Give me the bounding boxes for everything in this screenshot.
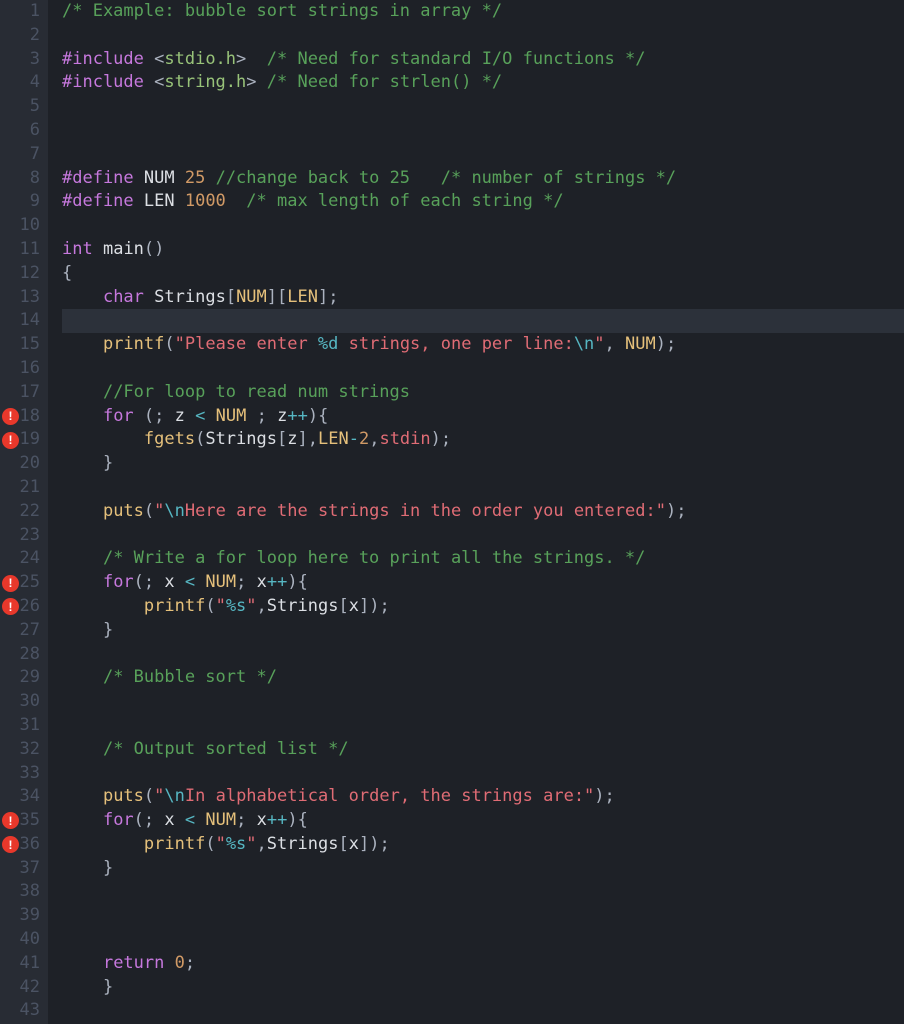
error-icon[interactable] (2, 432, 19, 449)
code-line[interactable]: #define LEN 1000 /* max length of each s… (62, 190, 904, 214)
code-line[interactable]: { (62, 262, 904, 286)
code-line[interactable]: #include <stdio.h> /* Need for standard … (62, 48, 904, 72)
error-icon[interactable] (2, 575, 19, 592)
line-number: 23 (0, 524, 40, 548)
code-line[interactable] (62, 476, 904, 500)
line-number: 39 (0, 904, 40, 928)
code-line[interactable] (62, 24, 904, 48)
code-line[interactable]: char Strings[NUM][LEN]; (62, 286, 904, 310)
code-line[interactable]: /* Write a for loop here to print all th… (62, 547, 904, 571)
line-number: 12 (0, 262, 40, 286)
line-number: 31 (0, 714, 40, 738)
code-line[interactable] (62, 643, 904, 667)
line-number: 2 (0, 24, 40, 48)
line-number: 16 (0, 357, 40, 381)
line-number: 36 (0, 833, 40, 857)
line-number: 3 (0, 48, 40, 72)
code-line[interactable] (62, 880, 904, 904)
line-number: 28 (0, 643, 40, 667)
code-line[interactable]: puts("\nIn alphabetical order, the strin… (62, 785, 904, 809)
line-number: 35 (0, 809, 40, 833)
line-number: 14 (0, 309, 40, 333)
line-number: 13 (0, 286, 40, 310)
code-line[interactable]: puts("\nHere are the strings in the orde… (62, 500, 904, 524)
error-icon[interactable] (2, 598, 19, 615)
line-number: 29 (0, 666, 40, 690)
code-line[interactable]: printf("Please enter %d strings, one per… (62, 333, 904, 357)
error-icon[interactable] (2, 408, 19, 425)
line-number: 22 (0, 500, 40, 524)
line-number: 1 (0, 0, 40, 24)
code-line[interactable] (62, 714, 904, 738)
code-line[interactable]: /* Output sorted list */ (62, 738, 904, 762)
line-number: 32 (0, 738, 40, 762)
code-line[interactable] (62, 524, 904, 548)
code-editor[interactable]: 1234567891011121314151617181920212223242… (0, 0, 904, 1024)
error-icon[interactable] (2, 812, 19, 829)
code-line[interactable]: for(; x < NUM; x++){ (62, 571, 904, 595)
line-number: 40 (0, 928, 40, 952)
line-number: 20 (0, 452, 40, 476)
line-number: 18 (0, 405, 40, 429)
code-line[interactable]: /* Example: bubble sort strings in array… (62, 0, 904, 24)
code-line[interactable] (62, 999, 904, 1023)
code-line[interactable]: } (62, 857, 904, 881)
line-number: 7 (0, 143, 40, 167)
line-number: 26 (0, 595, 40, 619)
code-line[interactable]: } (62, 452, 904, 476)
line-number: 38 (0, 880, 40, 904)
code-line[interactable] (62, 904, 904, 928)
code-line[interactable]: for (; z < NUM ; z++){ (62, 405, 904, 429)
code-line[interactable] (62, 690, 904, 714)
line-number: 43 (0, 999, 40, 1023)
code-line[interactable] (62, 928, 904, 952)
line-number: 34 (0, 785, 40, 809)
line-number: 25 (0, 571, 40, 595)
line-number: 8 (0, 167, 40, 191)
line-number: 27 (0, 619, 40, 643)
code-line[interactable] (62, 119, 904, 143)
line-number: 9 (0, 190, 40, 214)
line-number: 15 (0, 333, 40, 357)
line-number: 5 (0, 95, 40, 119)
code-line[interactable] (62, 143, 904, 167)
line-number-gutter: 1234567891011121314151617181920212223242… (0, 0, 48, 1024)
line-number: 19 (0, 428, 40, 452)
code-area[interactable]: /* Example: bubble sort strings in array… (48, 0, 904, 1024)
code-line[interactable] (62, 95, 904, 119)
code-line[interactable]: for(; x < NUM; x++){ (62, 809, 904, 833)
code-line[interactable]: } (62, 619, 904, 643)
code-line[interactable]: } (62, 976, 904, 1000)
code-line[interactable] (62, 762, 904, 786)
line-number: 42 (0, 976, 40, 1000)
code-line[interactable] (62, 214, 904, 238)
code-line[interactable] (62, 309, 904, 333)
line-number: 11 (0, 238, 40, 262)
line-number: 17 (0, 381, 40, 405)
code-line[interactable]: printf("%s",Strings[x]); (62, 833, 904, 857)
line-number: 24 (0, 547, 40, 571)
line-number: 6 (0, 119, 40, 143)
code-line[interactable] (62, 357, 904, 381)
code-line[interactable]: int main() (62, 238, 904, 262)
code-line[interactable]: fgets(Strings[z],LEN-2,stdin); (62, 428, 904, 452)
code-line[interactable]: /* Bubble sort */ (62, 666, 904, 690)
line-number: 30 (0, 690, 40, 714)
code-line[interactable]: printf("%s",Strings[x]); (62, 595, 904, 619)
error-icon[interactable] (2, 836, 19, 853)
line-number: 37 (0, 857, 40, 881)
code-line[interactable]: return 0; (62, 952, 904, 976)
line-number: 33 (0, 762, 40, 786)
code-line[interactable]: #define NUM 25 //change back to 25 /* nu… (62, 167, 904, 191)
code-line[interactable]: #include <string.h> /* Need for strlen()… (62, 71, 904, 95)
line-number: 4 (0, 71, 40, 95)
line-number: 41 (0, 952, 40, 976)
line-number: 10 (0, 214, 40, 238)
code-line[interactable]: //For loop to read num strings (62, 381, 904, 405)
line-number: 21 (0, 476, 40, 500)
